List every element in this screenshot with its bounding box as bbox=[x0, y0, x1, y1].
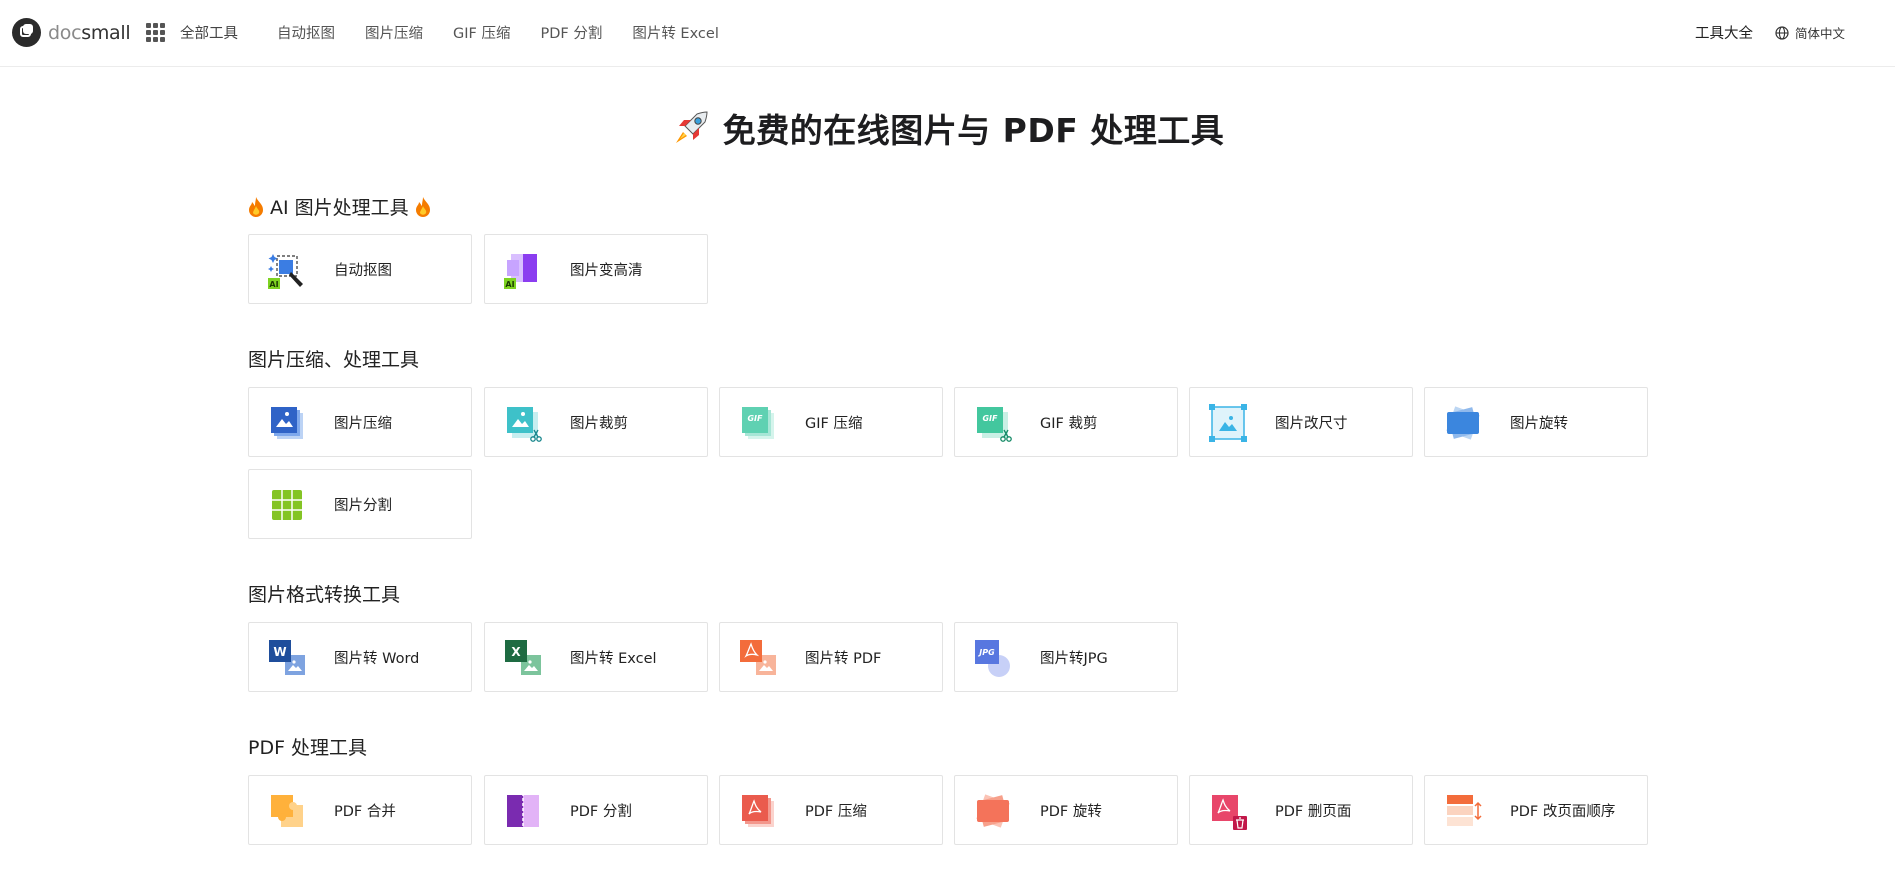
nav-link-image-compress[interactable]: 图片压缩 bbox=[365, 22, 423, 43]
image-resize-icon bbox=[1209, 404, 1247, 442]
tool-card-label: 图片转 Excel bbox=[570, 651, 657, 667]
tool-card-image-rotate[interactable]: 图片旋转 bbox=[1424, 387, 1648, 457]
tool-card-label: PDF 分割 bbox=[570, 804, 632, 820]
logo-text: docsmall bbox=[48, 21, 131, 44]
tool-card-label: 图片转JPG bbox=[1040, 651, 1108, 667]
image-to-excel-icon: X bbox=[505, 640, 541, 675]
logo-mark-icon bbox=[12, 18, 41, 47]
nav-link-auto-cutout[interactable]: 自动抠图 bbox=[277, 22, 335, 43]
nav-right: 工具大全 简体中文 bbox=[1695, 22, 1845, 43]
tool-card-pdf-reorder[interactable]: PDF 改页面顺序 bbox=[1424, 775, 1648, 845]
top-navbar: docsmall 全部工具 自动抠图 图片压缩 GIF 压缩 PDF 分割 图片… bbox=[0, 0, 1895, 67]
tool-card-label: 图片分割 bbox=[334, 498, 392, 514]
page-title: 免费的在线图片与 PDF 处理工具 bbox=[0, 104, 1895, 152]
tool-card-label: 图片变高清 bbox=[570, 263, 643, 279]
tool-card-label: 自动抠图 bbox=[334, 263, 392, 279]
section-title-convert-text: 图片格式转换工具 bbox=[248, 584, 401, 606]
all-tools-button[interactable]: 全部工具 bbox=[146, 22, 238, 43]
image-to-word-icon: W bbox=[269, 640, 305, 675]
tool-card-gif-crop[interactable]: GIF GIF 裁剪 bbox=[954, 387, 1178, 457]
tool-card-pdf-merge[interactable]: PDF 合并 bbox=[248, 775, 472, 845]
pdf-delete-pages-icon bbox=[1212, 795, 1247, 830]
tool-card-label: 图片转 PDF bbox=[805, 651, 882, 667]
pdf-rotate-icon bbox=[976, 794, 1010, 828]
image-to-jpg-icon: JPG bbox=[975, 640, 1010, 677]
tool-card-image-to-jpg[interactable]: JPG 图片转JPG bbox=[954, 622, 1178, 692]
fire-icon bbox=[415, 196, 430, 217]
svg-text:X: X bbox=[511, 645, 521, 659]
svg-text:GIF: GIF bbox=[747, 414, 763, 423]
tool-card-pdf-delete-pages[interactable]: PDF 删页面 bbox=[1189, 775, 1413, 845]
tool-card-image-to-word[interactable]: W 图片转 Word bbox=[248, 622, 472, 692]
svg-text:GIF: GIF bbox=[982, 414, 998, 423]
tool-card-label: 图片裁剪 bbox=[570, 416, 628, 432]
ai-enhance-icon: AI bbox=[504, 254, 537, 289]
tool-card-label: PDF 压缩 bbox=[805, 804, 867, 820]
pdf-reorder-icon bbox=[1447, 795, 1482, 826]
tool-card-label: 图片转 Word bbox=[334, 651, 420, 667]
gif-crop-icon: GIF bbox=[977, 407, 1012, 442]
svg-text:AI: AI bbox=[269, 280, 278, 289]
gif-compress-icon: GIF bbox=[742, 407, 774, 439]
apps-grid-icon bbox=[146, 23, 165, 42]
nav-link-image-to-excel[interactable]: 图片转 Excel bbox=[632, 22, 719, 43]
tool-card-image-crop[interactable]: 图片裁剪 bbox=[484, 387, 708, 457]
language-label: 简体中文 bbox=[1794, 26, 1845, 41]
tool-card-pdf-rotate[interactable]: PDF 旋转 bbox=[954, 775, 1178, 845]
docsmall-logo[interactable]: docsmall bbox=[12, 18, 131, 47]
pdf-compress-icon bbox=[742, 795, 774, 827]
svg-text:JPG: JPG bbox=[977, 648, 995, 657]
tool-card-image-to-pdf[interactable]: 图片转 PDF bbox=[719, 622, 943, 692]
pdf-split-icon bbox=[507, 793, 539, 829]
svg-text:W: W bbox=[273, 645, 286, 659]
tool-card-image-split[interactable]: 图片分割 bbox=[248, 469, 472, 539]
tool-card-image-compress[interactable]: 图片压缩 bbox=[248, 387, 472, 457]
section-title-ai-text: AI 图片处理工具 bbox=[270, 197, 409, 219]
ai-cutout-icon: AI bbox=[268, 254, 303, 289]
section-title-ai: AI 图片处理工具 bbox=[248, 193, 431, 220]
section-title-convert: 图片格式转换工具 bbox=[248, 580, 400, 607]
language-selector[interactable]: 简体中文 bbox=[1775, 23, 1845, 42]
tool-card-label: GIF 裁剪 bbox=[1040, 416, 1098, 432]
tool-card-image-to-excel[interactable]: X 图片转 Excel bbox=[484, 622, 708, 692]
nav-links: 自动抠图 图片压缩 GIF 压缩 PDF 分割 图片转 Excel bbox=[277, 22, 749, 43]
tool-card-label: PDF 改页面顺序 bbox=[1510, 804, 1616, 820]
tool-card-label: PDF 合并 bbox=[334, 804, 396, 820]
image-compress-icon bbox=[271, 407, 303, 439]
nav-link-pdf-split[interactable]: PDF 分割 bbox=[540, 22, 602, 43]
tool-card-gif-compress[interactable]: GIF GIF 压缩 bbox=[719, 387, 943, 457]
tool-card-pdf-split[interactable]: PDF 分割 bbox=[484, 775, 708, 845]
section-title-pdf: PDF 处理工具 bbox=[248, 733, 367, 760]
section-title-compress-text: 图片压缩、处理工具 bbox=[248, 349, 420, 371]
pdf-merge-icon bbox=[271, 795, 303, 827]
rocket-icon bbox=[675, 111, 708, 143]
section-title-compress: 图片压缩、处理工具 bbox=[248, 345, 419, 372]
image-to-pdf-icon bbox=[740, 640, 776, 675]
section-title-pdf-text: PDF 处理工具 bbox=[248, 737, 368, 759]
tool-card-label: 图片改尺寸 bbox=[1275, 416, 1348, 432]
tool-card-label: PDF 旋转 bbox=[1040, 804, 1102, 820]
tool-card-auto-cutout[interactable]: AI 自动抠图 bbox=[248, 234, 472, 304]
tool-card-pdf-compress[interactable]: PDF 压缩 bbox=[719, 775, 943, 845]
svg-text:AI: AI bbox=[505, 280, 514, 289]
image-crop-icon bbox=[507, 407, 542, 442]
image-rotate-icon bbox=[1446, 406, 1480, 440]
fire-icon bbox=[249, 196, 263, 217]
tool-card-image-enhance[interactable]: AI 图片变高清 bbox=[484, 234, 708, 304]
tool-card-image-resize[interactable]: 图片改尺寸 bbox=[1189, 387, 1413, 457]
tool-card-label: 图片旋转 bbox=[1510, 416, 1568, 432]
tool-card-label: GIF 压缩 bbox=[805, 416, 863, 432]
tool-card-label: 图片压缩 bbox=[334, 416, 392, 432]
globe-icon bbox=[1775, 25, 1789, 40]
tool-card-label: PDF 删页面 bbox=[1275, 804, 1352, 820]
nav-link-gif-compress[interactable]: GIF 压缩 bbox=[453, 22, 510, 43]
page-title-text: 免费的在线图片与 PDF 处理工具 bbox=[722, 111, 1225, 150]
all-tools-label: 全部工具 bbox=[180, 26, 238, 42]
image-split-icon bbox=[272, 490, 302, 520]
tools-directory-link[interactable]: 工具大全 bbox=[1695, 22, 1753, 43]
